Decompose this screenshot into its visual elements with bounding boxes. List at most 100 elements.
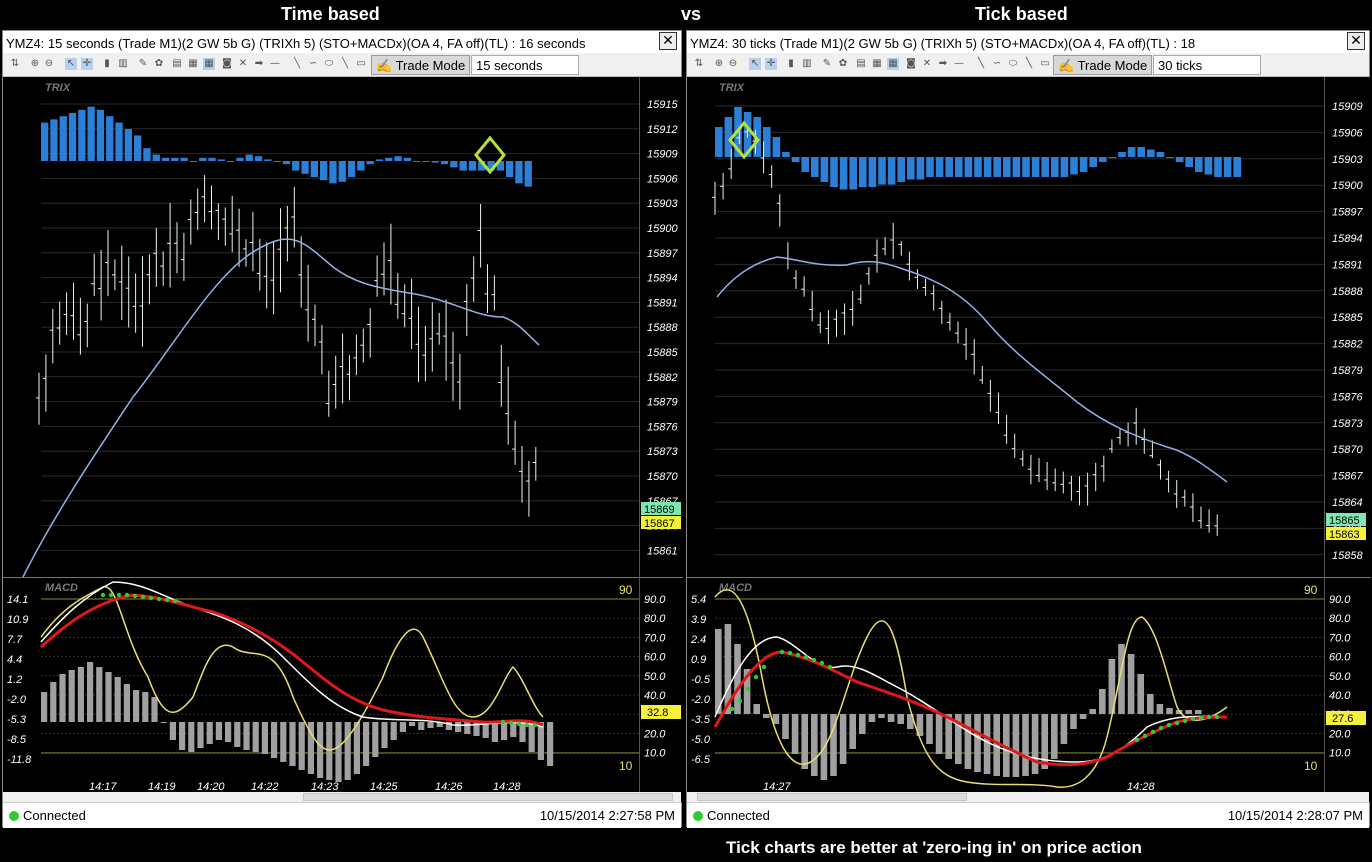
ray-icon[interactable]: ╲ bbox=[291, 58, 303, 70]
macd-histogram-bar bbox=[188, 722, 195, 752]
horizontal-line-icon[interactable]: — bbox=[269, 58, 281, 70]
trix-bar bbox=[189, 161, 198, 162]
osc-left-tick-label: -6.5 bbox=[691, 754, 711, 766]
rectangle-icon[interactable]: ▭ bbox=[355, 58, 367, 70]
price-tick-label: 15891 bbox=[1332, 259, 1363, 271]
zoom-in-icon[interactable]: ⊕ bbox=[29, 58, 41, 70]
properties-icon[interactable]: ✿ bbox=[153, 58, 165, 70]
macd-histogram-bar bbox=[964, 714, 972, 769]
bar-type-icon[interactable]: ⇅ bbox=[693, 58, 705, 70]
indicator-icon[interactable]: ▮ bbox=[785, 58, 797, 70]
price-tick-label: 15888 bbox=[647, 322, 678, 334]
trix-bar bbox=[907, 157, 915, 180]
trix-bar bbox=[366, 161, 374, 165]
trix-bar bbox=[468, 161, 477, 171]
cursor-icon[interactable]: ↖ bbox=[749, 58, 761, 70]
trix-bar bbox=[1060, 157, 1069, 177]
indicator-icon[interactable]: ▮ bbox=[101, 58, 113, 70]
osc-right-tick-label: 20.0 bbox=[643, 728, 666, 740]
curve-icon[interactable]: ∽ bbox=[307, 58, 319, 70]
calendar-icon[interactable]: ▦ bbox=[887, 58, 899, 70]
price-tick-label: 15882 bbox=[647, 372, 678, 384]
trade-mode-button[interactable]: ✍ Trade Mode bbox=[1053, 55, 1153, 75]
signal-dot bbox=[795, 652, 801, 658]
trix-bar bbox=[849, 157, 857, 190]
delete-icon[interactable]: ✕ bbox=[237, 58, 249, 70]
price-tick-label: 15903 bbox=[647, 198, 678, 210]
zoom-in-icon[interactable]: ⊕ bbox=[713, 58, 725, 70]
bar-chart-icon[interactable]: ▥ bbox=[117, 58, 129, 70]
period-select[interactable]: 15 seconds bbox=[471, 55, 579, 75]
signal-dot bbox=[827, 664, 833, 670]
price-tick-label: 15870 bbox=[1332, 444, 1363, 456]
scrollbar-thumb[interactable] bbox=[697, 793, 967, 801]
trade-mode-button[interactable]: ✍ Trade Mode bbox=[371, 55, 471, 75]
macd-histogram-bar bbox=[77, 667, 84, 722]
macd-histogram-bar bbox=[280, 722, 287, 762]
trix-bar bbox=[1185, 157, 1193, 167]
crosshair-icon[interactable]: ✛ bbox=[765, 58, 777, 70]
signal-dot bbox=[132, 593, 138, 599]
osc-left-tick-label: 1.2 bbox=[7, 674, 22, 686]
bar-type-icon[interactable]: ⇅ bbox=[9, 58, 21, 70]
curve-icon[interactable]: ∽ bbox=[991, 58, 1003, 70]
close-icon[interactable]: ✕ bbox=[1347, 32, 1365, 50]
delete-icon[interactable]: ✕ bbox=[921, 58, 933, 70]
chart-area[interactable]: 15915 15912 15909 15906 15903 15900 15897 15894… bbox=[3, 77, 683, 802]
ray-icon[interactable]: ╲ bbox=[975, 58, 987, 70]
price-tick-label: 15879 bbox=[1332, 365, 1363, 377]
camera-icon[interactable]: ◙ bbox=[905, 58, 917, 70]
macd-histogram-bar bbox=[234, 722, 241, 747]
zoom-out-icon[interactable]: ⊖ bbox=[727, 58, 739, 70]
cursor-icon[interactable]: ↖ bbox=[65, 58, 77, 70]
crosshair-icon[interactable]: ✛ bbox=[81, 58, 93, 70]
clipboard-icon[interactable]: ▤ bbox=[855, 58, 867, 70]
camera-icon[interactable]: ◙ bbox=[221, 58, 233, 70]
trix-bar bbox=[524, 161, 532, 187]
grid-icon[interactable]: ▦ bbox=[871, 58, 883, 70]
signal-dot bbox=[1206, 714, 1212, 720]
ellipse-icon[interactable]: ⬭ bbox=[1007, 58, 1019, 70]
period-select[interactable]: 30 ticks bbox=[1153, 55, 1261, 75]
trix-bar bbox=[1022, 157, 1030, 177]
zoom-out-icon[interactable]: ⊖ bbox=[43, 58, 55, 70]
trix-bar bbox=[1156, 152, 1165, 157]
osc-value-tag: 32.8 bbox=[647, 707, 668, 719]
chart-area[interactable]: 15909 15906 15903 15900 15897 15894 15891 15888… bbox=[687, 77, 1371, 802]
macd-histogram-bar bbox=[289, 722, 296, 766]
trix-bar bbox=[1175, 157, 1184, 162]
ellipse-icon[interactable]: ⬭ bbox=[323, 58, 335, 70]
macd-histogram-bar bbox=[839, 714, 847, 764]
trix-bar bbox=[236, 157, 244, 161]
trix-bar bbox=[763, 127, 771, 157]
horizontal-scrollbar[interactable] bbox=[3, 792, 681, 802]
properties-icon[interactable]: ✿ bbox=[837, 58, 849, 70]
grid-icon[interactable]: ▦ bbox=[187, 58, 199, 70]
horizontal-scrollbar[interactable] bbox=[687, 792, 1369, 802]
bid-price-tag: 15869 bbox=[644, 504, 675, 516]
macd-histogram-bar bbox=[1031, 714, 1039, 774]
line-icon[interactable]: ╲ bbox=[1023, 58, 1035, 70]
macd-histogram-bar bbox=[123, 684, 130, 722]
calendar-icon[interactable]: ▦ bbox=[203, 58, 215, 70]
signal-dot bbox=[745, 686, 751, 692]
osc-left-tick-label: 7.7 bbox=[7, 634, 23, 646]
trix-bar bbox=[413, 161, 421, 162]
oscillator-panel-background bbox=[3, 578, 683, 792]
arrow-right-icon[interactable]: ➡ bbox=[937, 58, 949, 70]
horizontal-line-icon[interactable]: — bbox=[953, 58, 965, 70]
clipboard-icon[interactable]: ▤ bbox=[171, 58, 183, 70]
drawing-tools-icon[interactable]: ✎ bbox=[137, 58, 149, 70]
signal-dot bbox=[100, 592, 106, 598]
drawing-tools-icon[interactable]: ✎ bbox=[821, 58, 833, 70]
price-tick-label: 15912 bbox=[647, 124, 678, 136]
scrollbar-thumb[interactable] bbox=[303, 793, 673, 801]
bar-chart-icon[interactable]: ▥ bbox=[801, 58, 813, 70]
rectangle-icon[interactable]: ▭ bbox=[1039, 58, 1051, 70]
osc-level-high: 90 bbox=[619, 583, 633, 597]
macd-histogram-bar bbox=[59, 674, 66, 722]
trix-bar bbox=[310, 161, 318, 177]
line-icon[interactable]: ╲ bbox=[339, 58, 351, 70]
close-icon[interactable]: ✕ bbox=[659, 32, 677, 50]
arrow-right-icon[interactable]: ➡ bbox=[253, 58, 265, 70]
